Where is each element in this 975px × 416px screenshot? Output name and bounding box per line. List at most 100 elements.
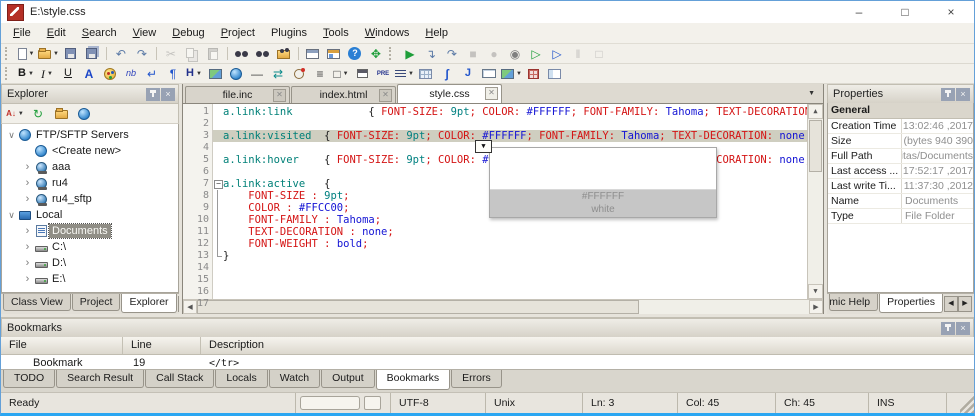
form-field-button[interactable]	[479, 65, 499, 82]
image-map-button[interactable]	[524, 65, 544, 82]
column-line[interactable]: Line	[123, 337, 201, 354]
scroll-left-icon[interactable]: ◀	[944, 296, 958, 312]
bottom-tab-locals[interactable]: Locals	[215, 370, 267, 388]
property-row[interactable]: Full Pathitas/Documents	[828, 149, 973, 164]
find-button[interactable]	[232, 45, 252, 62]
tab-list-icon[interactable]: ▼	[804, 88, 819, 99]
collapsed-chevron-icon[interactable]: ›	[22, 161, 33, 173]
dropdown-arrow-icon[interactable]: ▼	[343, 71, 349, 77]
bottom-tab-watch[interactable]: Watch	[269, 370, 320, 388]
collapsed-chevron-icon[interactable]: ›	[22, 225, 33, 237]
tree-item-ftp-sftp-servers[interactable]: ∨FTP/SFTP Servers	[2, 127, 178, 143]
open-file-button[interactable]: ▼	[37, 45, 60, 62]
bottom-tab-todo[interactable]: TODO	[3, 370, 55, 388]
menu-item-plugins[interactable]: Plugins	[263, 25, 315, 41]
pause-button[interactable]: ‖	[568, 45, 588, 62]
menu-item-help[interactable]: Help	[417, 25, 456, 41]
property-row[interactable]: TypeFile Folder	[828, 209, 973, 224]
code-explorer-button[interactable]	[324, 45, 344, 62]
tab-explorer[interactable]: Explorer	[121, 294, 176, 313]
color-dropdown-button[interactable]: ▼	[475, 140, 492, 153]
non-breaking-space-button[interactable]: nb	[121, 65, 141, 82]
expanded-chevron-icon[interactable]: ∨	[6, 130, 17, 141]
pin-icon[interactable]	[941, 88, 955, 101]
frames-button[interactable]	[545, 65, 565, 82]
bottom-tab-output[interactable]: Output	[321, 370, 375, 388]
horizontal-rule-button[interactable]: —	[247, 65, 267, 82]
collapse-icon[interactable]: −	[214, 180, 223, 189]
tab-project[interactable]: Project	[72, 294, 121, 311]
color-palette-button[interactable]	[100, 65, 120, 82]
tab-dynamic-help[interactable]: Dynamic Help	[829, 294, 878, 311]
editor-tab-style-css[interactable]: style.css✕	[397, 84, 502, 103]
table-button[interactable]	[416, 65, 436, 82]
tree-item-documents[interactable]: ›Documents	[2, 223, 178, 239]
property-row[interactable]: Last write Ti...2012, 11:37:30	[828, 179, 973, 194]
tab-class-view[interactable]: Class View	[3, 294, 71, 311]
hyperlink-button[interactable]	[226, 65, 246, 82]
bottom-tab-errors[interactable]: Errors	[451, 370, 502, 388]
tree-item-c-[interactable]: ›C:\	[2, 239, 178, 255]
cut-button[interactable]: ✂	[161, 45, 181, 62]
editor-horizontal-scrollbar[interactable]: ◀ ▶	[183, 299, 823, 314]
menu-item-search[interactable]: Search	[74, 25, 125, 41]
close-tab-icon[interactable]: ✕	[379, 89, 392, 102]
inspect-button[interactable]: ◉	[505, 45, 525, 62]
new-document-button[interactable]: ▼	[16, 45, 36, 62]
expanded-chevron-icon[interactable]: ∨	[6, 210, 17, 221]
breakpoint-button[interactable]: ●	[484, 45, 504, 62]
close-panel-icon[interactable]: ×	[956, 88, 970, 101]
property-row[interactable]: Size390 940 bytes)	[828, 134, 973, 149]
special-characters-button[interactable]: ⇄	[268, 65, 288, 82]
div-tag-button[interactable]: ≡	[310, 65, 330, 82]
dropdown-arrow-icon[interactable]: ▼	[196, 71, 202, 77]
column-description[interactable]: Description	[201, 337, 974, 354]
bold-button[interactable]: B▼	[16, 65, 36, 82]
save-all-button[interactable]	[82, 45, 102, 62]
table-caption-button[interactable]	[352, 65, 372, 82]
italic-button[interactable]: I▼	[37, 65, 57, 82]
tree-item-local[interactable]: ∨Local	[2, 207, 178, 223]
underline-button[interactable]: U	[58, 65, 78, 82]
run-alt-button[interactable]: ▷	[547, 45, 567, 62]
folder-properties-button[interactable]	[51, 105, 71, 122]
editor-tab-index-html[interactable]: index.html✕	[291, 86, 396, 103]
ftp-connection-button[interactable]	[74, 105, 94, 122]
list-button[interactable]: ▼	[394, 65, 415, 82]
dropdown-arrow-icon[interactable]: ▼	[47, 71, 53, 77]
vertical-scroll-thumb[interactable]	[809, 120, 822, 172]
terminate-button[interactable]: □	[589, 45, 609, 62]
menu-item-windows[interactable]: Windows	[357, 25, 418, 41]
close-button[interactable]: ×	[928, 1, 974, 23]
tree-item-e-[interactable]: ›E:\	[2, 271, 178, 287]
horizontal-scroll-thumb[interactable]	[197, 300, 639, 314]
pin-icon[interactable]	[146, 88, 160, 101]
scroll-down-icon[interactable]: ▼	[808, 284, 823, 299]
bottom-tab-call-stack[interactable]: Call Stack	[145, 370, 214, 388]
tree-item-ru4[interactable]: ›ru4	[2, 175, 178, 191]
close-panel-icon[interactable]: ×	[161, 88, 175, 101]
line-break-button[interactable]: ↵	[142, 65, 162, 82]
tree-item-aaa[interactable]: ›aaa	[2, 159, 178, 175]
named-anchor-button[interactable]	[289, 65, 309, 82]
find-next-button[interactable]	[253, 45, 273, 62]
span-box-button[interactable]: □▼	[331, 65, 351, 82]
maximize-button[interactable]: □	[882, 1, 928, 23]
close-tab-icon[interactable]: ✕	[273, 89, 286, 102]
dropdown-arrow-icon[interactable]: ▼	[408, 71, 414, 77]
menu-item-edit[interactable]: Edit	[39, 25, 74, 41]
menu-item-project[interactable]: Project	[213, 25, 263, 41]
dropdown-arrow-icon[interactable]: ▼	[53, 51, 59, 57]
tree-item-ru4-sftp[interactable]: ›ru4_sftp	[2, 191, 178, 207]
refresh-button[interactable]: ↻	[28, 105, 48, 122]
collapsed-chevron-icon[interactable]: ›	[22, 241, 33, 253]
dropdown-arrow-icon[interactable]: ▼	[516, 71, 522, 77]
collapsed-chevron-icon[interactable]: ›	[22, 193, 33, 205]
redo-button[interactable]: ↷	[132, 45, 152, 62]
browser-preview-button[interactable]	[303, 45, 323, 62]
help-button[interactable]: ?	[345, 45, 365, 62]
tab-properties[interactable]: Properties	[879, 294, 943, 313]
editor-vertical-scrollbar[interactable]: ▲ ▼	[807, 104, 823, 299]
minimize-button[interactable]: –	[836, 1, 882, 23]
menu-item-tools[interactable]: Tools	[315, 25, 357, 41]
